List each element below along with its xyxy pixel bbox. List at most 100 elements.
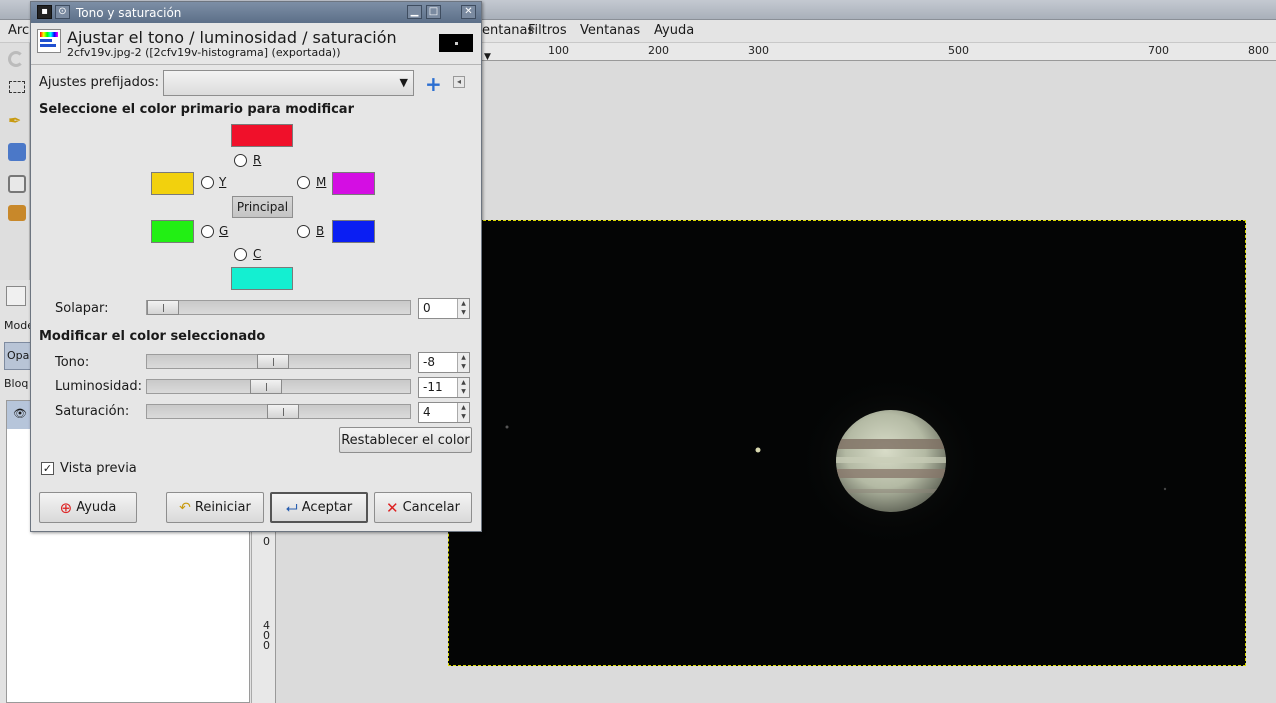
preview-label[interactable]: Vista previa bbox=[60, 461, 137, 476]
red-label[interactable]: R bbox=[253, 153, 261, 167]
hue-slider-thumb[interactable] bbox=[257, 354, 289, 369]
dialog-titlebar[interactable]: ▪ ⊙ Tono y saturación ▁ □ ✕ bbox=[31, 2, 481, 23]
hue-value: -8 bbox=[423, 355, 435, 369]
yellow-radio[interactable] bbox=[201, 176, 214, 189]
yellow-swatch bbox=[151, 172, 194, 195]
opacity-field[interactable]: Opa bbox=[4, 342, 32, 370]
cyan-label[interactable]: C bbox=[253, 247, 261, 261]
reset-label: Reiniciar bbox=[194, 500, 251, 515]
lightness-slider-thumb[interactable] bbox=[250, 379, 282, 394]
spin-arrows-icon[interactable]: ▲ ▼ bbox=[457, 299, 469, 318]
blue-swatch bbox=[332, 220, 375, 243]
saturation-label: Saturación: bbox=[55, 404, 130, 419]
ruler-top-tick: 100 bbox=[548, 44, 569, 57]
layer-row[interactable]: 👁 bbox=[7, 401, 31, 429]
ruler-top-tick: 500 bbox=[948, 44, 969, 57]
eye-icon[interactable]: 👁 bbox=[13, 407, 27, 420]
menu-filtros[interactable]: Filtros bbox=[528, 23, 567, 38]
lightness-spinbutton[interactable]: -11 ▲ ▼ bbox=[418, 377, 470, 398]
magenta-swatch bbox=[332, 172, 375, 195]
green-swatch bbox=[151, 220, 194, 243]
cancel-label: Cancelar bbox=[402, 500, 460, 515]
reset-color-button[interactable]: Restablecer el color bbox=[339, 427, 472, 453]
hue-label: Tono: bbox=[55, 355, 90, 370]
ruler-top-tick: 300 bbox=[748, 44, 769, 57]
menu-archivo[interactable]: Arc bbox=[8, 23, 29, 38]
tool-rect-select-icon[interactable] bbox=[9, 81, 25, 93]
add-preset-icon[interactable]: + bbox=[425, 72, 442, 96]
chevron-down-icon: ▼ bbox=[399, 76, 408, 89]
saturation-spinbutton[interactable]: 4 ▲ ▼ bbox=[418, 402, 470, 423]
red-radio[interactable] bbox=[234, 154, 247, 167]
principal-button[interactable]: Principal bbox=[232, 196, 293, 218]
tool-smudge-icon[interactable] bbox=[8, 175, 26, 193]
window-sticky-icon[interactable]: ⊙ bbox=[55, 5, 70, 19]
hue-slider[interactable] bbox=[146, 354, 411, 369]
ruler-top-tick: 700 bbox=[1148, 44, 1169, 57]
undo-icon: ↶ bbox=[179, 499, 191, 516]
red-swatch bbox=[231, 124, 293, 147]
lightness-label: Luminosidad: bbox=[55, 379, 142, 394]
overlap-label: Solapar: bbox=[55, 301, 109, 316]
yellow-label[interactable]: Y bbox=[219, 175, 226, 189]
reset-button[interactable]: ↶ Reiniciar bbox=[166, 492, 264, 523]
ruler-top-tick: 200 bbox=[648, 44, 669, 57]
ruler-left-tick: 0 bbox=[263, 535, 270, 548]
hue-saturation-dialog: ▪ ⊙ Tono y saturación ▁ □ ✕ Ajustar el t… bbox=[30, 1, 482, 532]
presets-label: Ajustes prefijados: bbox=[39, 75, 159, 90]
lifebuoy-icon: ⊕ bbox=[59, 498, 73, 517]
layers-tab-icon[interactable] bbox=[6, 286, 26, 306]
magenta-radio[interactable] bbox=[297, 176, 310, 189]
lock-label: Bloq bbox=[4, 377, 29, 390]
dialog-window-title: Tono y saturación bbox=[76, 6, 182, 20]
hue-spinbutton[interactable]: -8 ▲ ▼ bbox=[418, 352, 470, 373]
green-radio[interactable] bbox=[201, 225, 214, 238]
overlap-spinbutton[interactable]: 0 ▲ ▼ bbox=[418, 298, 470, 319]
separator bbox=[31, 64, 481, 65]
menu-ventanas[interactable]: Ventanas bbox=[580, 23, 640, 38]
menu-ayuda[interactable]: Ayuda bbox=[654, 23, 694, 38]
lightness-value: -11 bbox=[423, 380, 443, 394]
presets-menu-icon[interactable]: ◂ bbox=[453, 76, 465, 88]
cancel-button[interactable]: ✕ Cancelar bbox=[374, 492, 472, 523]
preview-checkbox[interactable]: ✓ bbox=[41, 462, 54, 475]
lightness-slider[interactable] bbox=[146, 379, 411, 394]
cyan-radio[interactable] bbox=[234, 248, 247, 261]
image-canvas[interactable] bbox=[448, 220, 1246, 666]
magenta-label[interactable]: M bbox=[316, 175, 326, 189]
saturation-slider-thumb[interactable] bbox=[267, 404, 299, 419]
jupiter-image bbox=[505, 373, 1167, 549]
blue-label[interactable]: B bbox=[316, 224, 324, 238]
menu-herramientas[interactable]: entanas bbox=[482, 23, 534, 38]
maximize-icon[interactable]: □ bbox=[426, 5, 441, 19]
image-thumbnail bbox=[439, 34, 473, 52]
tool-paths-icon[interactable]: ✒ bbox=[8, 111, 26, 131]
saturation-slider[interactable] bbox=[146, 404, 411, 419]
help-label: Ayuda bbox=[76, 500, 117, 515]
overlap-slider-thumb[interactable] bbox=[147, 300, 179, 315]
close-icon[interactable]: ✕ bbox=[461, 5, 476, 19]
ruler-left-tick: 0 bbox=[263, 639, 270, 652]
ok-label: Aceptar bbox=[301, 500, 353, 515]
tool-lasso-icon[interactable] bbox=[8, 51, 24, 67]
cancel-x-icon: ✕ bbox=[386, 498, 399, 517]
spin-arrows-icon[interactable]: ▲ ▼ bbox=[457, 353, 469, 372]
window-menu-icon[interactable]: ▪ bbox=[37, 5, 52, 19]
spin-arrows-icon[interactable]: ▲ ▼ bbox=[457, 403, 469, 422]
saturation-value: 4 bbox=[423, 405, 431, 419]
cyan-swatch bbox=[231, 267, 293, 290]
presets-combo[interactable]: ▼ bbox=[163, 70, 414, 96]
tool-bucket-icon[interactable] bbox=[8, 143, 26, 161]
green-label[interactable]: G bbox=[219, 224, 228, 238]
spin-arrows-icon[interactable]: ▲ ▼ bbox=[457, 378, 469, 397]
minimize-icon[interactable]: ▁ bbox=[407, 5, 422, 19]
primary-color-heading: Seleccione el color primario para modifi… bbox=[39, 102, 354, 117]
tool-clone-icon[interactable] bbox=[8, 205, 26, 221]
blue-radio[interactable] bbox=[297, 225, 310, 238]
hue-saturation-icon bbox=[37, 29, 61, 53]
ok-button[interactable]: ⮠ Aceptar bbox=[270, 492, 368, 523]
dialog-heading: Ajustar el tono / luminosidad / saturaci… bbox=[67, 28, 397, 47]
modify-color-heading: Modificar el color seleccionado bbox=[39, 329, 266, 344]
help-button[interactable]: ⊕ Ayuda bbox=[39, 492, 137, 523]
overlap-slider[interactable] bbox=[146, 300, 411, 315]
